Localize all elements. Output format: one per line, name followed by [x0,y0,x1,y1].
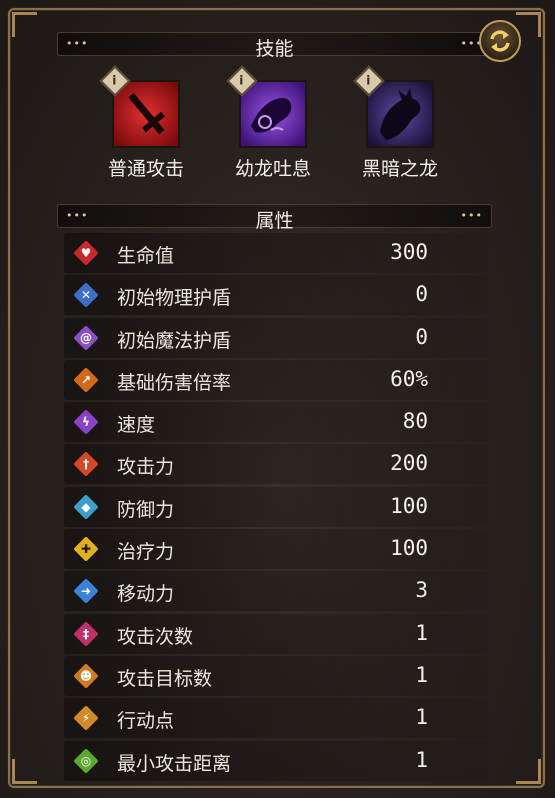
move-icon: ➜ [71,577,101,606]
skill-name: 普通攻击 [107,158,184,180]
attributes-header: ••• 属性 ••• [57,204,492,232]
attribute-value: 1 [415,747,428,772]
attribute-row-defense: ◆ 防御力 100 [64,486,488,527]
dragon-breath-icon[interactable]: i [226,65,307,148]
skill-name: 黑暗之龙 [361,158,438,180]
attack-count-icon: ‡ [71,619,101,648]
attribute-label: 防御力 [117,498,175,521]
attribute-value: 1 [415,620,428,645]
swap-arrows-icon [490,30,510,52]
attribute-label: 行动点 [117,710,175,733]
attribute-value: 100 [390,493,428,518]
attribute-label: 初始物理护盾 [117,287,232,310]
heal-icon: ✚ [71,534,101,564]
dragon-breath-icon [251,97,292,133]
skills-title: 技能 [255,38,294,60]
attribute-label: 移动力 [117,583,175,606]
attribute-label: 基础伤害倍率 [117,371,232,394]
magic-shield-icon: @ [71,323,101,352]
action-point-icon: ⚡ [71,704,101,733]
attribute-row-min-range: ◎ 最小攻击距离 1 [64,740,488,781]
defense-icon: ◆ [71,492,101,521]
attack-icon: † [71,450,101,479]
attribute-label: 最小攻击距离 [117,752,232,775]
dark-dragon-icon [380,88,421,140]
attribute-value: 300 [390,240,428,264]
attribute-value: 200 [390,451,428,476]
skill-item[interactable]: i 普通攻击 [91,65,201,181]
frame-corner [12,12,37,37]
attributes-title: 属性 [255,210,294,232]
attribute-value: 0 [415,324,428,349]
attribute-list: ♥ 生命值 300 ✕ 初始物理护盾 0 @ 初始魔法护盾 0 ↗ 基础伤害倍率… [64,233,488,783]
min-range-icon: ◎ [71,746,101,775]
attribute-label: 攻击次数 [117,625,194,648]
attribute-label: 初始魔法护盾 [117,329,232,352]
sword-icon[interactable]: i [99,65,180,148]
attribute-row-attack-targets: ☻ 攻击目标数 1 [64,655,488,696]
dark-dragon-icon[interactable]: i [353,65,434,148]
attribute-row-health: ♥ 生命值 300 [64,233,488,273]
attribute-label: 攻击力 [117,456,175,479]
skill-item[interactable]: i 黑暗之龙 [345,65,455,181]
attribute-row-physical-shield: ✕ 初始物理护盾 0 [64,275,488,316]
frame-corner [12,759,37,784]
attribute-row-attack-count: ‡ 攻击次数 1 [64,613,488,654]
attribute-value: 1 [415,662,428,687]
physical-shield-icon: ✕ [71,281,101,310]
swap-button[interactable] [479,20,521,62]
attribute-row-attack: † 攻击力 200 [64,444,488,485]
skills-header: ••• 技能 ••• [57,32,492,60]
attribute-row-speed: ϟ 速度 80 [64,402,488,443]
attribute-value: 3 [415,578,428,603]
attribute-row-action-point: ⚡ 行动点 1 [64,698,488,739]
heart-icon: ♥ [71,238,101,268]
ornament-dots: ••• [460,209,483,222]
attribute-row-heal: ✚ 治疗力 100 [64,529,488,570]
skill-name: 幼龙吐息 [234,158,311,180]
attribute-row-damage-multiplier: ↗ 基础伤害倍率 60% [64,359,488,400]
attribute-value: 60% [390,366,428,391]
attribute-row-move: ➜ 移动力 3 [64,571,488,612]
attribute-label: 生命值 [117,245,175,267]
attribute-row-magic-shield: @ 初始魔法护盾 0 [64,317,488,358]
attribute-label: 治疗力 [117,541,175,564]
sword-icon [128,93,165,135]
attribute-value: 100 [390,536,428,561]
frame-corner [516,759,541,784]
attribute-value: 80 [402,409,428,434]
attribute-value: 0 [415,282,428,307]
attribute-label: 攻击目标数 [117,667,213,690]
attack-targets-icon: ☻ [71,661,101,691]
attribute-value: 1 [415,705,428,730]
skill-item[interactable]: i 幼龙吐息 [218,65,328,181]
damage-multiplier-icon: ↗ [71,365,101,395]
speed-icon: ϟ [71,408,101,437]
attribute-label: 速度 [117,414,156,437]
